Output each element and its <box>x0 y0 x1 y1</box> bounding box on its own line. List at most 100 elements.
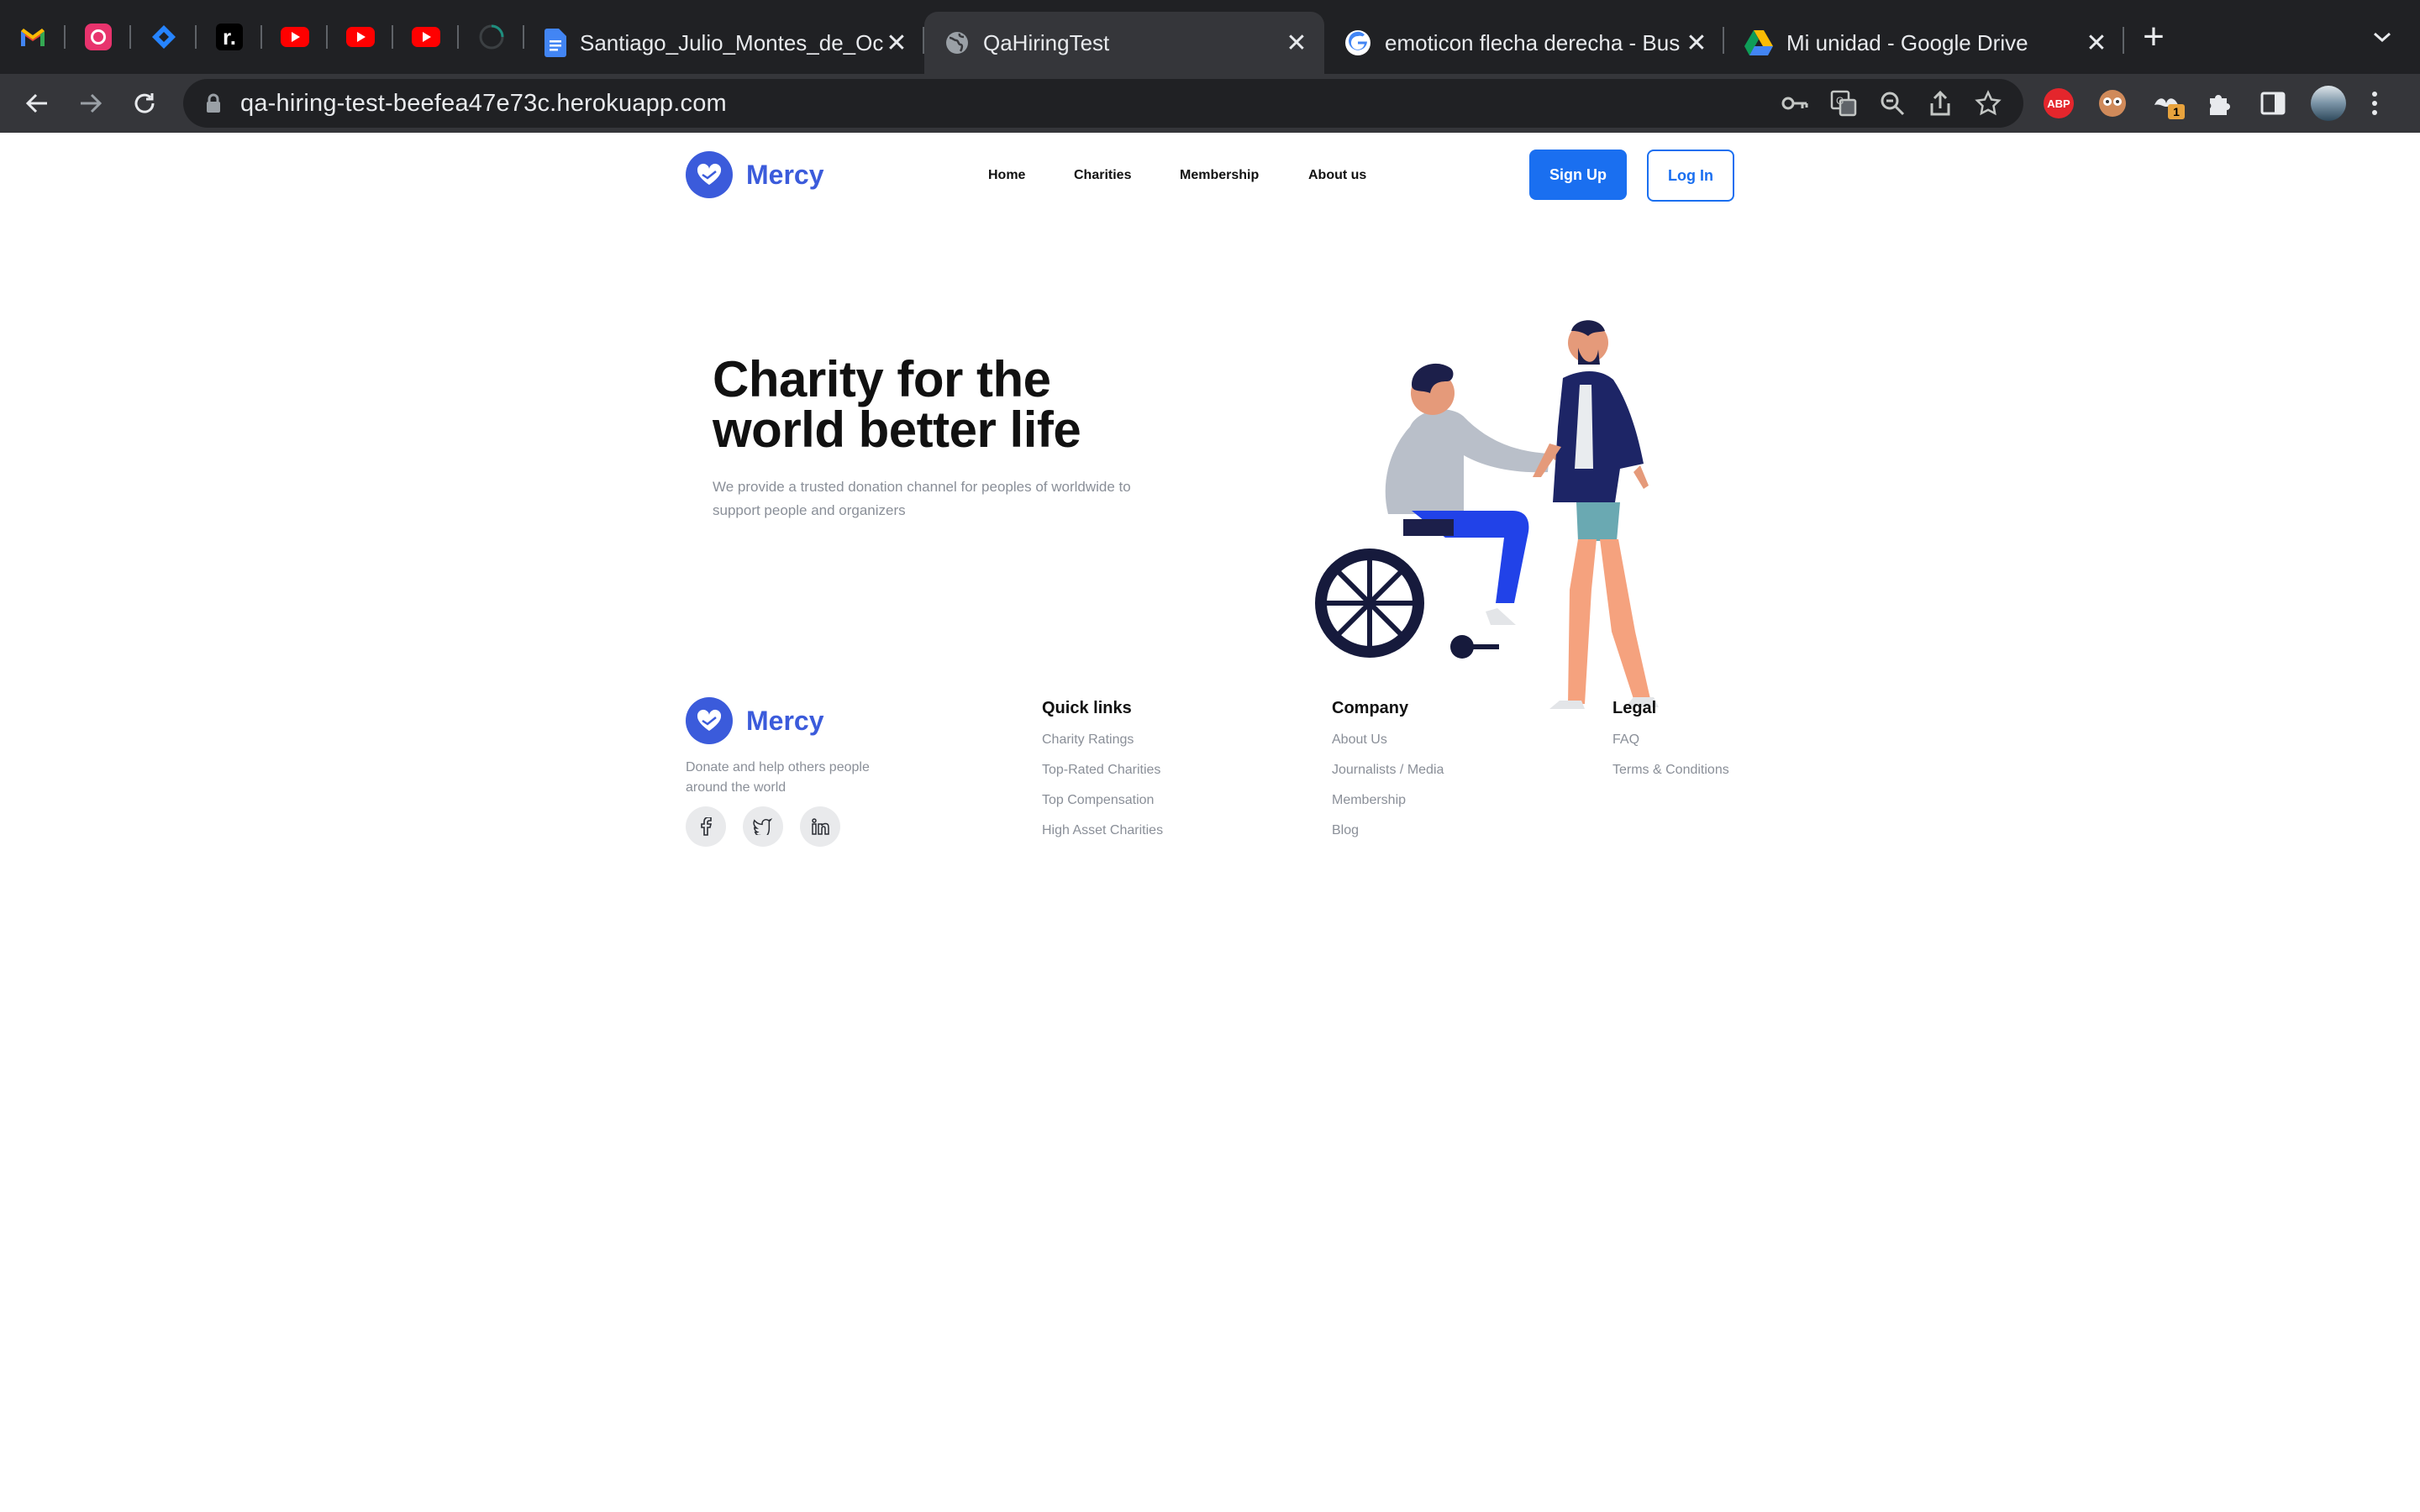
heart-hand-icon <box>686 697 733 744</box>
footer-link[interactable]: Top Compensation <box>1042 792 1163 809</box>
puzzle-icon <box>2210 95 2230 115</box>
extension-badge[interactable]: 1 <box>2151 74 2185 133</box>
jira-icon <box>152 25 176 49</box>
browser-tab-strip: r. Santiago_Julio_Montes_de_Oc ✕ QaHirin… <box>0 0 2420 74</box>
key-icon[interactable] <box>1781 95 1808 112</box>
youtube-icon <box>281 27 309 47</box>
facebook-link[interactable] <box>686 806 726 847</box>
profile-button[interactable] <box>2311 74 2346 133</box>
globe-icon <box>946 32 968 54</box>
pinned-tab-app[interactable] <box>66 0 131 74</box>
zoom-icon[interactable] <box>1879 90 1906 117</box>
calendar-icon <box>85 24 112 50</box>
sign-up-button[interactable]: Sign Up <box>1529 150 1627 200</box>
pinned-tab-youtube-1[interactable] <box>262 0 328 74</box>
nav-membership[interactable]: Membership <box>1180 168 1259 183</box>
tab-docs[interactable]: Santiago_Julio_Montes_de_Oc ✕ <box>524 12 924 74</box>
heart-hand-icon <box>686 151 733 198</box>
pinned-tab-jira[interactable] <box>131 0 197 74</box>
adblock-icon: ABP <box>2044 88 2074 118</box>
footer-legal: Legal FAQ Terms & Conditions <box>1612 699 1729 792</box>
tab-search-button[interactable] <box>2344 30 2420 44</box>
twitter-link[interactable] <box>743 806 783 847</box>
arrow-right-icon <box>81 93 103 113</box>
google-icon <box>1345 30 1370 55</box>
translate-icon[interactable]: G <box>1830 90 1857 117</box>
footer-link[interactable]: Journalists / Media <box>1332 762 1444 779</box>
back-button[interactable] <box>10 76 64 130</box>
nav-home[interactable]: Home <box>988 168 1025 183</box>
hero-illustration <box>1315 320 1659 709</box>
footer-link[interactable]: High Asset Charities <box>1042 822 1163 839</box>
tab-title: QaHiringTest <box>983 29 1110 55</box>
loading-icon <box>479 24 504 50</box>
url-text[interactable]: qa-hiring-test-beefea47e73c.herokuapp.co… <box>240 90 727 118</box>
new-tab-button[interactable]: + <box>2124 0 2183 74</box>
close-icon[interactable]: ✕ <box>1284 29 1309 58</box>
pinned-tab-gmail[interactable] <box>0 0 66 74</box>
footer-description-line-1: Donate and help others people <box>686 760 870 774</box>
nav-charities[interactable]: Charities <box>1074 168 1131 183</box>
footer-link[interactable]: Terms & Conditions <box>1612 762 1729 779</box>
reload-button[interactable] <box>118 76 171 130</box>
close-icon[interactable]: ✕ <box>884 29 909 58</box>
browser-toolbar: qa-hiring-test-beefea47e73c.herokuapp.co… <box>0 74 2420 133</box>
address-bar[interactable]: qa-hiring-test-beefea47e73c.herokuapp.co… <box>183 79 2023 128</box>
footer-brand-name: Mercy <box>746 705 824 736</box>
side-panel-button[interactable] <box>2260 74 2286 133</box>
google-docs-icon <box>544 29 566 57</box>
tab-title: Mi unidad - Google Drive <box>1786 29 2028 55</box>
reload-icon <box>134 93 155 113</box>
footer-link[interactable]: Membership <box>1332 792 1444 809</box>
avatar-extension-icon <box>2099 90 2126 117</box>
youtube-icon <box>412 27 440 47</box>
pinned-tab-youtube-3[interactable] <box>393 0 459 74</box>
footer-link[interactable]: About Us <box>1332 732 1444 748</box>
youtube-icon <box>346 27 375 47</box>
share-icon[interactable] <box>1928 90 1953 117</box>
twitter-icon <box>753 818 773 835</box>
adblock-extension[interactable]: ABP <box>2044 74 2074 133</box>
footer-column-title: Quick links <box>1042 699 1132 717</box>
avatar <box>2311 86 2346 121</box>
nav-about-us[interactable]: About us <box>1308 168 1366 183</box>
footer-link[interactable]: Charity Ratings <box>1042 732 1163 748</box>
hero-title: Charity for the world better life <box>713 354 1217 455</box>
pinned-tab-loading[interactable] <box>459 0 524 74</box>
footer-logo[interactable]: Mercy <box>686 697 824 744</box>
linkedin-link[interactable] <box>800 806 840 847</box>
footer-link[interactable]: Top-Rated Charities <box>1042 762 1163 779</box>
close-icon[interactable]: ✕ <box>2084 29 2109 58</box>
arrow-left-icon <box>25 93 47 113</box>
close-icon[interactable]: ✕ <box>1684 29 1709 58</box>
facebook-icon <box>701 817 712 836</box>
brand-name: Mercy <box>746 159 824 190</box>
hero-subtitle: We provide a trusted donation channel fo… <box>713 475 1217 522</box>
footer-column-title: Legal <box>1612 699 1657 717</box>
footer-link[interactable]: Blog <box>1332 822 1444 839</box>
pinned-tab-youtube-2[interactable] <box>328 0 393 74</box>
log-in-button[interactable]: Log In <box>1647 150 1734 202</box>
footer-column-title: Company <box>1332 699 1409 717</box>
tab-qahiringtest[interactable]: QaHiringTest ✕ <box>924 12 1324 74</box>
chevron-down-icon <box>2374 32 2391 43</box>
header-logo[interactable]: Mercy <box>686 151 824 198</box>
extension-badge-count: 1 <box>2168 104 2185 119</box>
extension-face[interactable] <box>2097 74 2128 133</box>
browser-menu-button[interactable] <box>2370 74 2380 133</box>
hero-subtitle-line-1: We provide a trusted donation channel fo… <box>713 479 1131 495</box>
hero-title-line-1: Charity for the <box>713 351 1051 407</box>
tab-title: emoticon flecha derecha - Bus <box>1385 29 1681 55</box>
forward-button[interactable] <box>64 76 118 130</box>
footer-description-line-2: around the world <box>686 780 786 795</box>
tab-google-drive[interactable]: Mi unidad - Google Drive ✕ <box>1724 12 2124 74</box>
google-drive-icon <box>1744 30 1773 55</box>
extensions-menu-button[interactable] <box>2207 74 2233 133</box>
footer-link[interactable]: FAQ <box>1612 732 1729 748</box>
tab-google-search[interactable]: emoticon flecha derecha - Bus ✕ <box>1324 12 1724 74</box>
pinned-tab-readwise[interactable]: r. <box>197 0 262 74</box>
hero-title-line-2: world better life <box>713 402 1081 458</box>
plus-icon: + <box>2143 16 2165 57</box>
star-icon[interactable] <box>1975 90 2002 117</box>
side-panel-icon <box>2260 92 2286 115</box>
